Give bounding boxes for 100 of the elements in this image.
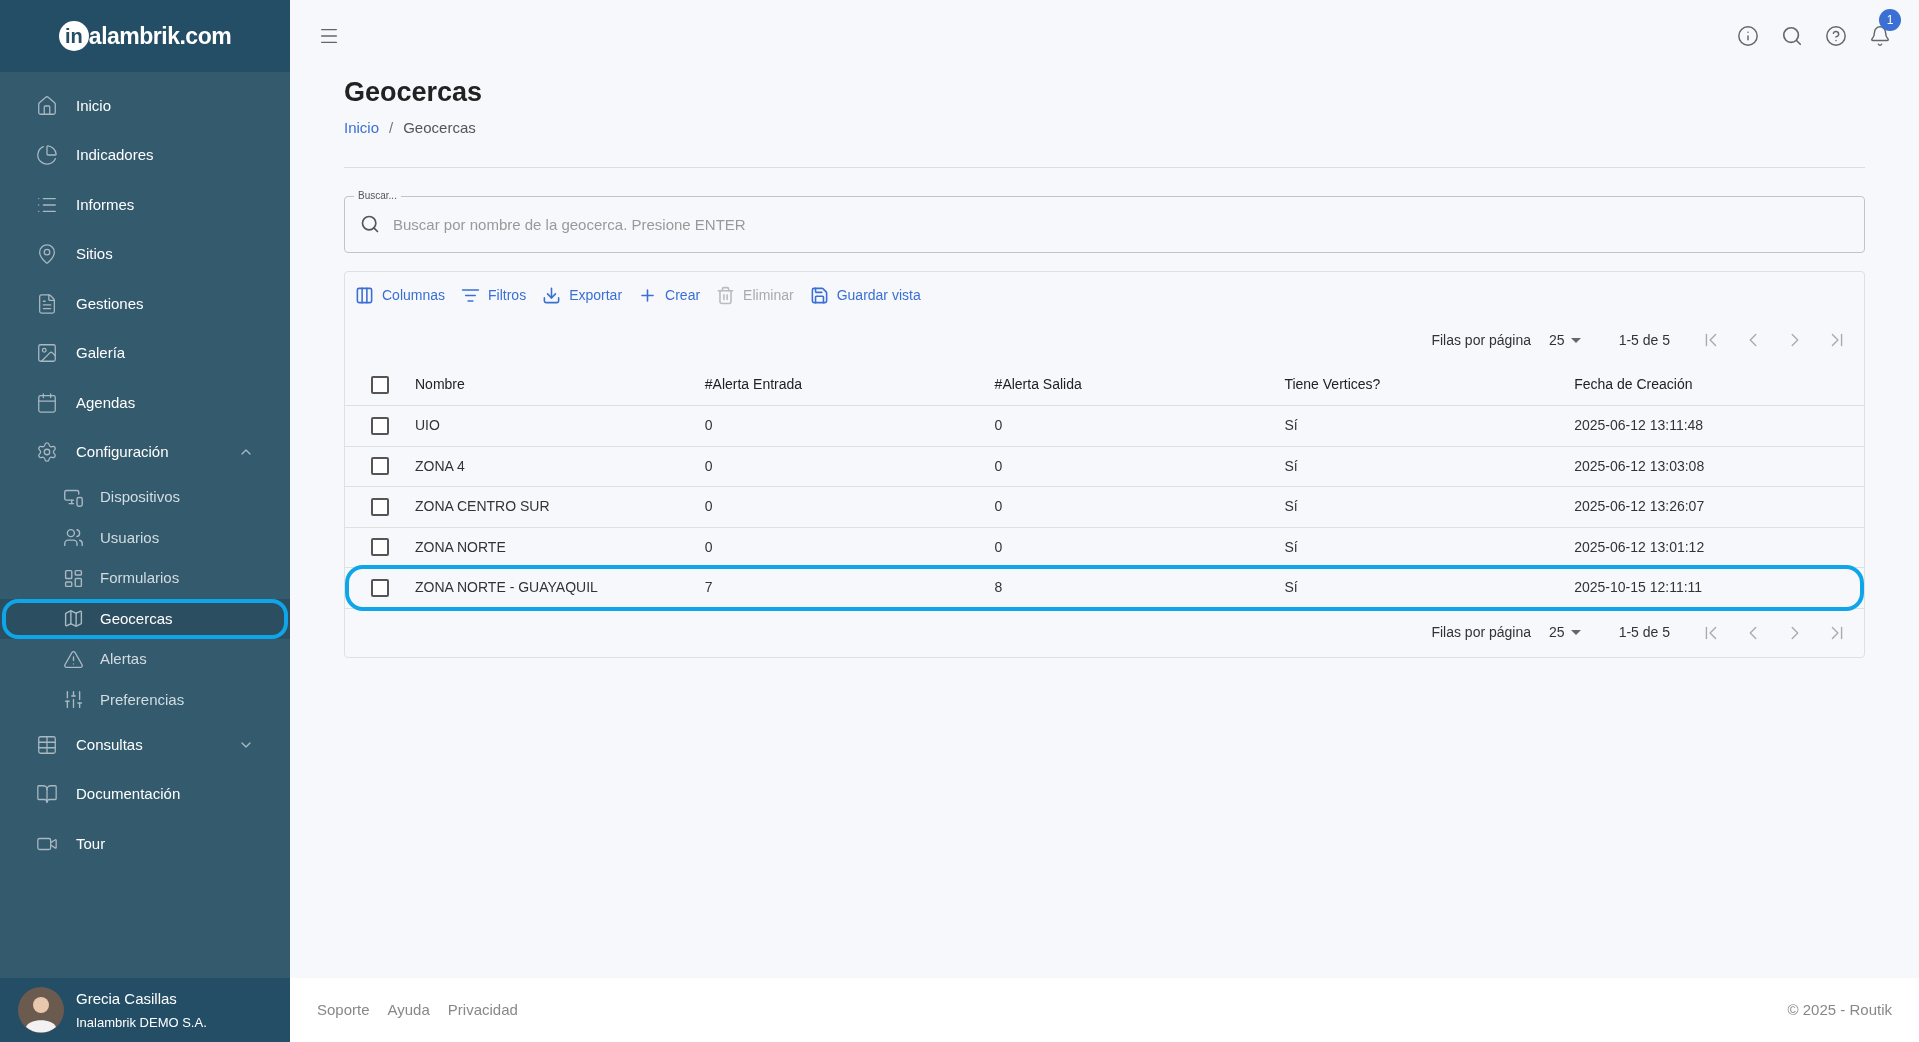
checkbox[interactable] xyxy=(371,375,389,394)
logo-text: alambrik.com xyxy=(88,21,232,51)
table-cell-text: 0 xyxy=(704,416,714,436)
table-row[interactable]: ZONA CENTRO SUR 0 0 Sí 2025-06-12 13:26:07 xyxy=(345,487,1864,528)
table-cell-text: 0 xyxy=(994,537,1004,557)
table-cell-text: 0 xyxy=(704,456,714,476)
table-row[interactable]: UIO 0 0 Sí 2025-06-12 13:11:48 xyxy=(345,406,1864,447)
dashboard-icon xyxy=(63,567,84,589)
sidebar-item[interactable]: Informes xyxy=(0,180,290,230)
table-cell-text: 7 xyxy=(704,578,714,598)
breadcrumb-separator: / xyxy=(389,117,394,138)
footer-link[interactable]: Privacidad xyxy=(447,998,518,1022)
rows-per-page-label: Filas por página xyxy=(1431,330,1532,350)
table-cell-text: 0 xyxy=(994,416,1004,436)
footer-link[interactable]: Ayuda xyxy=(387,998,430,1022)
user-company: Inalambrik DEMO S.A. xyxy=(76,1013,207,1032)
user-name: Grecia Casillas xyxy=(76,989,178,1009)
page-range: 1-5 de 5 xyxy=(1618,623,1670,642)
sidebar-item[interactable]: Agendas xyxy=(0,378,290,428)
toolbar-button[interactable]: Columnas xyxy=(353,284,448,306)
page-range: 1-5 de 5 xyxy=(1618,330,1670,350)
search-icon xyxy=(360,214,380,234)
sliders-icon xyxy=(63,689,84,711)
table-cell-text: 0 xyxy=(994,497,1004,517)
column-header[interactable]: Tiene Vertices? xyxy=(1284,374,1575,395)
table-icon xyxy=(36,733,58,756)
save-icon xyxy=(809,285,829,305)
table-cell-text: UIO xyxy=(415,416,441,436)
column-header[interactable]: #Alerta Entrada xyxy=(704,374,995,395)
search-icon[interactable] xyxy=(1781,25,1803,47)
checkbox[interactable] xyxy=(371,578,389,597)
breadcrumb-current: Geocercas xyxy=(403,117,476,138)
table-cell-text: 0 xyxy=(704,497,714,517)
sidebar-item[interactable]: Gestiones xyxy=(0,279,290,329)
table-row[interactable]: ZONA 4 0 0 Sí 2025-06-12 13:03:08 xyxy=(345,446,1864,487)
toolbar-button[interactable]: Guardar vista xyxy=(807,284,923,306)
sidebar-subitem[interactable]: Formularios xyxy=(0,558,290,599)
sidebar-item[interactable]: Inicio xyxy=(0,81,290,131)
sidebar-item[interactable]: Sitios xyxy=(0,229,290,279)
table-cell-text: 2025-06-12 13:26:07 xyxy=(1574,497,1706,517)
document-icon xyxy=(36,292,58,315)
sidebar-item[interactable]: Configuración xyxy=(0,427,290,477)
sidebar-item[interactable]: Tour xyxy=(0,819,290,869)
trash-icon xyxy=(716,285,736,305)
column-header[interactable]: #Alerta Salida xyxy=(994,374,1285,395)
toolbar-button[interactable]: Filtros xyxy=(459,284,529,306)
book-icon xyxy=(36,783,58,806)
table-row[interactable]: ZONA NORTE 0 0 Sí 2025-06-12 13:01:12 xyxy=(345,527,1864,568)
rows-per-page-label: Filas por página xyxy=(1431,623,1532,642)
table-cell-text: 2025-06-12 13:01:12 xyxy=(1574,537,1706,557)
sidebar-subitem[interactable]: Alertas xyxy=(0,639,290,680)
map-icon xyxy=(63,608,84,630)
footer-link[interactable]: Soporte xyxy=(317,998,370,1022)
caret-icon xyxy=(1570,630,1581,635)
checkbox[interactable] xyxy=(371,538,389,557)
checkbox[interactable] xyxy=(371,416,389,435)
toolbar-button[interactable]: Crear xyxy=(636,284,703,306)
logo-mark: in xyxy=(58,21,89,51)
warning-icon xyxy=(63,648,84,670)
sidebar-subitem[interactable]: Preferencias xyxy=(0,679,290,720)
toolbar-button[interactable]: Exportar xyxy=(540,284,625,306)
pie-chart-icon xyxy=(36,144,58,167)
columns-icon xyxy=(355,285,374,305)
info-icon[interactable] xyxy=(1737,25,1759,47)
column-header[interactable]: Nombre xyxy=(415,374,705,395)
page-title: Geocercas xyxy=(344,76,484,109)
copyright: © 2025 - Routik xyxy=(1787,999,1892,1020)
column-header[interactable]: Fecha de Creación xyxy=(1574,374,1864,395)
table-cell-text: Sí xyxy=(1284,456,1299,476)
help-icon[interactable] xyxy=(1825,25,1847,47)
rows-per-page-select[interactable]: 25 xyxy=(1549,329,1581,351)
table-cell-text: 2025-06-12 13:03:08 xyxy=(1574,456,1706,476)
sidebar-item[interactable]: Indicadores xyxy=(0,130,290,180)
users-icon xyxy=(63,527,84,549)
notification-badge: 1 xyxy=(1879,9,1901,31)
table-cell-text: ZONA NORTE - GUAYAQUIL xyxy=(415,578,599,598)
table-cell-text: ZONA CENTRO SUR xyxy=(415,497,551,517)
calendar-icon xyxy=(36,391,58,414)
checkbox[interactable] xyxy=(371,497,389,516)
rows-per-page-select[interactable]: 25 xyxy=(1549,622,1581,643)
map-pin-icon xyxy=(36,243,58,266)
download-icon xyxy=(542,285,562,305)
table-cell-text: 8 xyxy=(994,578,1004,598)
notifications-icon[interactable] xyxy=(1869,25,1891,47)
sidebar-item[interactable]: Galería xyxy=(0,328,290,378)
sidebar-subitem[interactable]: Dispositivos xyxy=(0,477,290,518)
house-icon xyxy=(36,94,58,117)
settings-icon xyxy=(36,441,58,464)
table-cell-text: ZONA 4 xyxy=(415,456,466,476)
checkbox[interactable] xyxy=(371,457,389,476)
sidebar-item[interactable]: Documentación xyxy=(0,769,290,819)
sidebar-item[interactable]: Consultas xyxy=(0,720,290,770)
sidebar-subitem[interactable]: Usuarios xyxy=(0,517,290,558)
avatar-icon[interactable] xyxy=(18,987,64,1033)
table-cell-text: Sí xyxy=(1284,416,1299,436)
table-cell-text: 0 xyxy=(704,537,714,557)
table-cell-text: Sí xyxy=(1284,537,1299,557)
breadcrumb-link[interactable]: Inicio xyxy=(344,116,380,139)
table-cell-text: Sí xyxy=(1284,578,1299,598)
table-row[interactable]: ZONA NORTE - GUAYAQUIL 7 8 Sí 2025-10-15 12:11:11 xyxy=(345,568,1864,609)
